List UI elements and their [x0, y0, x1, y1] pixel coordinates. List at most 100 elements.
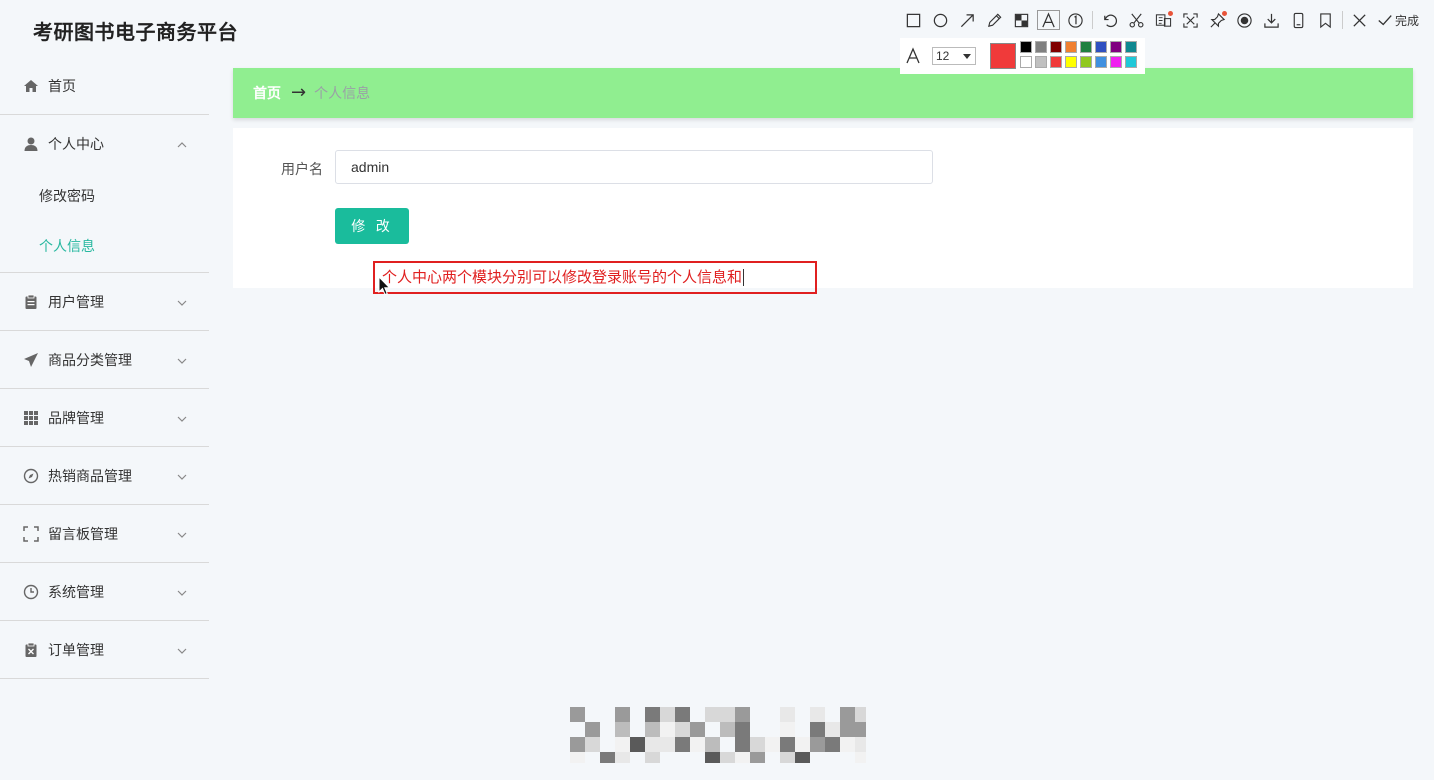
send-to-phone-button[interactable]	[1285, 8, 1312, 32]
number-marker-button[interactable]	[1062, 8, 1089, 32]
pen-tool-button[interactable]	[981, 8, 1008, 32]
color-swatch[interactable]	[1080, 56, 1092, 68]
toolbar-divider	[1092, 11, 1093, 29]
close-button[interactable]	[1346, 8, 1373, 32]
pixelated-area	[570, 707, 866, 763]
toolbar-divider	[1342, 11, 1343, 29]
mosaic-cell	[855, 707, 866, 722]
compass-icon	[23, 468, 39, 484]
text-caret	[743, 269, 745, 286]
color-swatch[interactable]	[1050, 56, 1062, 68]
mosaic-cell	[705, 737, 720, 752]
bookmark-icon	[1320, 12, 1331, 28]
breadcrumb-home-link[interactable]: 首页	[253, 83, 281, 103]
color-swatch[interactable]	[1050, 41, 1062, 53]
mosaic-cell	[660, 722, 675, 737]
mosaic-cell	[810, 722, 825, 737]
mosaic-cell	[675, 707, 690, 722]
text-tool-button[interactable]	[1035, 8, 1062, 32]
chevron-down-icon	[177, 354, 187, 364]
sidebar-item-hot-products[interactable]: 热销商品管理	[0, 447, 209, 505]
color-swatch[interactable]	[1065, 41, 1077, 53]
font-size-select[interactable]: 12	[932, 47, 976, 65]
color-swatch[interactable]	[1095, 56, 1107, 68]
mosaic-cell	[840, 737, 855, 752]
mosaic-cell	[735, 722, 750, 737]
color-swatch[interactable]	[1035, 56, 1047, 68]
arrow-tool-button[interactable]	[954, 8, 981, 32]
mosaic-cell	[840, 707, 855, 722]
font-size-value: 12	[936, 49, 950, 63]
pencil-icon	[988, 13, 1002, 27]
mosaic-cell	[825, 737, 840, 752]
ellipse-tool-button[interactable]	[927, 8, 954, 32]
download-button[interactable]	[1258, 8, 1285, 32]
record-button[interactable]	[1231, 8, 1258, 32]
font-icon	[906, 47, 920, 64]
pin-button[interactable]	[1204, 8, 1231, 32]
mosaic-cell	[660, 737, 675, 752]
color-swatch[interactable]	[1095, 41, 1107, 53]
mosaic-cell	[630, 737, 645, 752]
sidebar-item-label: 用户管理	[48, 294, 104, 311]
undo-button[interactable]	[1096, 8, 1123, 32]
modify-button[interactable]: 修 改	[335, 208, 409, 244]
sidebar-item-user-management[interactable]: 用户管理	[0, 273, 209, 331]
notification-dot	[1222, 11, 1227, 16]
color-swatch[interactable]	[1080, 41, 1092, 53]
undo-icon	[1104, 14, 1118, 27]
sidebar-item-label: 系统管理	[48, 584, 104, 601]
mosaic-cell	[645, 752, 660, 763]
sidebar-item-system-management[interactable]: 系统管理	[0, 563, 209, 621]
submenu-personal-center: 个人中心 修改密码 个人信息	[0, 115, 209, 273]
sidebar-item-order-management[interactable]: 订单管理	[0, 621, 209, 679]
mosaic-tool-button[interactable]	[1008, 8, 1035, 32]
order-icon	[23, 642, 39, 658]
mosaic-cell	[765, 737, 780, 752]
mosaic-cell	[810, 707, 825, 722]
username-label: 用户名	[281, 162, 323, 178]
sidebar-item-message-board[interactable]: 留言板管理	[0, 505, 209, 563]
done-button[interactable]: 完成	[1377, 12, 1419, 29]
cut-button[interactable]	[1123, 8, 1150, 32]
sidebar-item-label: 订单管理	[48, 642, 104, 659]
sidebar-subitem-change-password[interactable]: 修改密码	[0, 172, 209, 222]
color-swatch[interactable]	[1110, 41, 1122, 53]
color-swatch[interactable]	[1020, 56, 1032, 68]
sidebar-item-personal-center[interactable]: 个人中心	[0, 115, 209, 172]
mosaic-cell	[720, 707, 735, 722]
mosaic-cell	[780, 737, 795, 752]
mosaic-cell	[600, 752, 615, 763]
mosaic-cell	[615, 737, 630, 752]
mosaic-cell	[585, 737, 600, 752]
bookmark-button[interactable]	[1312, 8, 1339, 32]
sidebar-item-brand-management[interactable]: 品牌管理	[0, 389, 209, 447]
mosaic-cell	[615, 752, 630, 763]
notification-dot	[1168, 11, 1173, 16]
sidebar-subitem-personal-info[interactable]: 个人信息	[0, 222, 209, 272]
color-swatch[interactable]	[1125, 41, 1137, 53]
sidebar-item-home[interactable]: 首页	[0, 57, 209, 115]
color-swatch[interactable]	[1125, 56, 1137, 68]
color-swatch[interactable]	[1110, 56, 1122, 68]
annotation-text: 个人中心两个模块分别可以修改登录账号的个人信息和	[382, 268, 743, 286]
username-input[interactable]	[335, 150, 933, 184]
phone-icon	[1293, 12, 1304, 28]
caret-down-icon	[963, 54, 971, 59]
rectangle-tool-button[interactable]	[900, 8, 927, 32]
mosaic-cell	[735, 707, 750, 722]
color-swatch[interactable]	[1065, 56, 1077, 68]
annotation-textbox[interactable]: 个人中心两个模块分别可以修改登录账号的个人信息和	[373, 261, 817, 294]
sidebar-item-category-management[interactable]: 商品分类管理	[0, 331, 209, 389]
mosaic-cell	[810, 737, 825, 752]
screenshot-toolbar: 完成	[900, 6, 1434, 34]
mosaic-cell	[735, 737, 750, 752]
mosaic-cell	[720, 722, 735, 737]
rectangle-icon	[906, 13, 921, 27]
ocr-button[interactable]	[1150, 8, 1177, 32]
current-color-swatch[interactable]	[990, 43, 1016, 69]
text-a-icon	[1042, 11, 1055, 27]
long-screenshot-button[interactable]	[1177, 8, 1204, 32]
color-swatch[interactable]	[1020, 41, 1032, 53]
color-swatch[interactable]	[1035, 41, 1047, 53]
